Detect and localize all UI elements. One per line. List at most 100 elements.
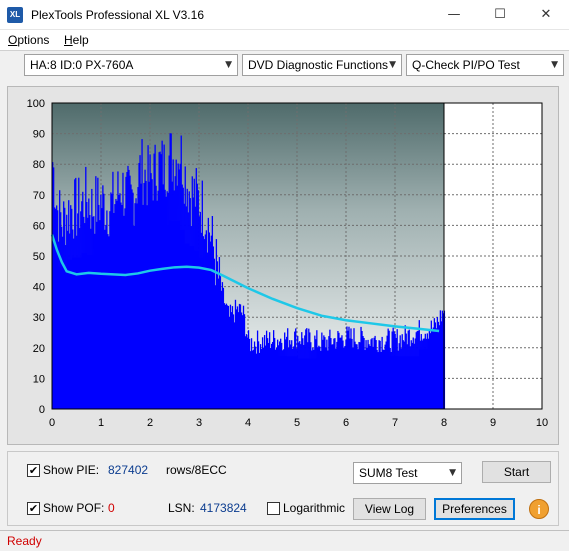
pie-bar: [76, 257, 82, 409]
y-tick-label: 20: [33, 343, 45, 355]
pie-bar: [321, 358, 347, 409]
y-tick-label: 60: [33, 220, 45, 232]
y-tick-label: 70: [33, 190, 45, 202]
function-select-value: DVD Diagnostic Functions: [248, 58, 389, 72]
close-button[interactable]: ✕: [523, 0, 569, 30]
pie-bar: [434, 347, 445, 409]
controls-panel: ✔ Show PIE: 827402 rows/8ECC SUM8 Test ▼…: [7, 451, 559, 526]
test-select-value: Q-Check PI/PO Test: [412, 58, 520, 72]
pie-bar: [179, 229, 185, 409]
pie-bar: [71, 257, 77, 409]
pie-bar: [150, 234, 156, 409]
show-pof-label: Show POF:: [43, 501, 105, 515]
x-tick-label: 10: [536, 417, 548, 429]
pie-bar: [52, 257, 58, 409]
x-tick-label: 1: [98, 417, 104, 429]
pie-bar: [213, 312, 220, 409]
pie-bar: [218, 326, 224, 409]
test-mode-select[interactable]: SUM8 Test ▼: [353, 462, 462, 484]
test-select[interactable]: Q-Check PI/PO Test ▼: [406, 54, 564, 76]
menu-help[interactable]: Help: [64, 33, 89, 47]
show-pie-label: Show PIE:: [43, 463, 100, 477]
pie-bar: [61, 266, 68, 409]
pie-bar: [238, 337, 244, 409]
y-tick-label: 10: [33, 373, 45, 385]
chevron-down-icon: ▼: [389, 60, 396, 70]
x-tick-label: 8: [441, 417, 447, 429]
x-tick-label: 7: [392, 417, 398, 429]
pi-po-chart: 0 10 20 30 40 50 60 70 80 90 100 0 1 2 3 4 5 6 7 8 9 10: [27, 98, 548, 429]
pie-bar: [199, 257, 205, 409]
y-tick-label: 80: [33, 159, 45, 171]
pie-bar: [272, 356, 298, 409]
lsn-label: LSN:: [168, 501, 195, 515]
x-tick-label: 3: [196, 417, 202, 429]
pie-bar: [96, 252, 102, 409]
show-pof-checkbox[interactable]: ✔: [27, 502, 40, 515]
pie-bar: [243, 358, 249, 409]
y-tick-label: 30: [33, 312, 45, 324]
title-bar: XL PlexTools Professional XL V3.16 — ☐ ✕: [0, 0, 569, 30]
pie-bar: [159, 225, 166, 409]
pie-bar: [86, 255, 92, 409]
drive-select[interactable]: HA:8 ID:0 PX-760A ▼: [24, 54, 238, 76]
maximize-button[interactable]: ☐: [477, 0, 523, 30]
rows-unit-label: rows/8ECC: [166, 463, 227, 477]
pie-bar: [228, 340, 234, 409]
pie-bar: [248, 358, 273, 409]
start-button[interactable]: Start: [482, 461, 551, 483]
pie-bar: [174, 220, 180, 409]
view-log-button[interactable]: View Log: [353, 498, 426, 520]
minimize-button[interactable]: —: [431, 0, 477, 30]
chevron-down-icon: ▼: [225, 60, 232, 70]
menu-options-accel: O: [8, 33, 18, 47]
pie-bar: [120, 246, 126, 409]
pie-bar: [66, 259, 73, 409]
function-select[interactable]: DVD Diagnostic Functions ▼: [242, 54, 402, 76]
x-tick-label: 9: [490, 417, 496, 429]
status-text: Ready: [7, 534, 42, 548]
pie-bar: [115, 248, 122, 409]
menu-help-label: elp: [72, 33, 89, 47]
pie-bar: [189, 246, 195, 409]
chevron-down-icon: ▼: [551, 60, 558, 70]
lsn-value: 4173824: [200, 501, 247, 515]
x-axis-ticks: 0 1 2 3 4 5 6 7 8 9 10: [49, 417, 548, 429]
x-tick-label: 0: [49, 417, 55, 429]
chevron-down-icon: ▼: [449, 468, 456, 478]
logarithmic-label: Logarithmic: [283, 501, 346, 515]
y-tick-label: 40: [33, 282, 45, 294]
pie-bar: [184, 243, 190, 409]
show-pie-checkbox[interactable]: ✔: [27, 464, 40, 477]
pie-bar: [135, 241, 141, 409]
y-tick-label: 50: [33, 251, 45, 263]
menu-bar: Options Help: [0, 30, 569, 50]
preferences-button[interactable]: Preferences: [434, 498, 515, 520]
pie-bar: [110, 252, 117, 409]
pie-bar: [164, 225, 171, 409]
pie-bar: [169, 220, 175, 409]
pie-bar: [140, 232, 146, 409]
pie-bar: [203, 271, 210, 409]
pie-bar: [194, 250, 200, 409]
y-tick-label: 90: [33, 129, 45, 141]
menu-help-accel: H: [64, 33, 73, 47]
y-tick-label: 100: [27, 98, 45, 110]
app-logo-icon: XL: [7, 7, 23, 23]
menu-options-label: ptions: [17, 33, 50, 47]
pie-bar: [370, 356, 396, 409]
drive-select-value: HA:8 ID:0 PX-760A: [30, 58, 134, 72]
info-icon[interactable]: i: [529, 499, 549, 519]
pof-value: 0: [108, 501, 115, 515]
menu-options[interactable]: Options: [8, 33, 49, 47]
pie-bar: [233, 335, 239, 409]
pie-bar: [223, 340, 229, 409]
pie-bar: [91, 255, 97, 409]
logarithmic-checkbox[interactable]: [267, 502, 280, 515]
pie-bar: [297, 358, 322, 409]
x-tick-label: 2: [147, 417, 153, 429]
pie-bar: [81, 252, 87, 409]
pie-bar: [101, 255, 107, 409]
pie-bar: [56, 266, 63, 409]
pie-value: 827402: [108, 463, 149, 477]
